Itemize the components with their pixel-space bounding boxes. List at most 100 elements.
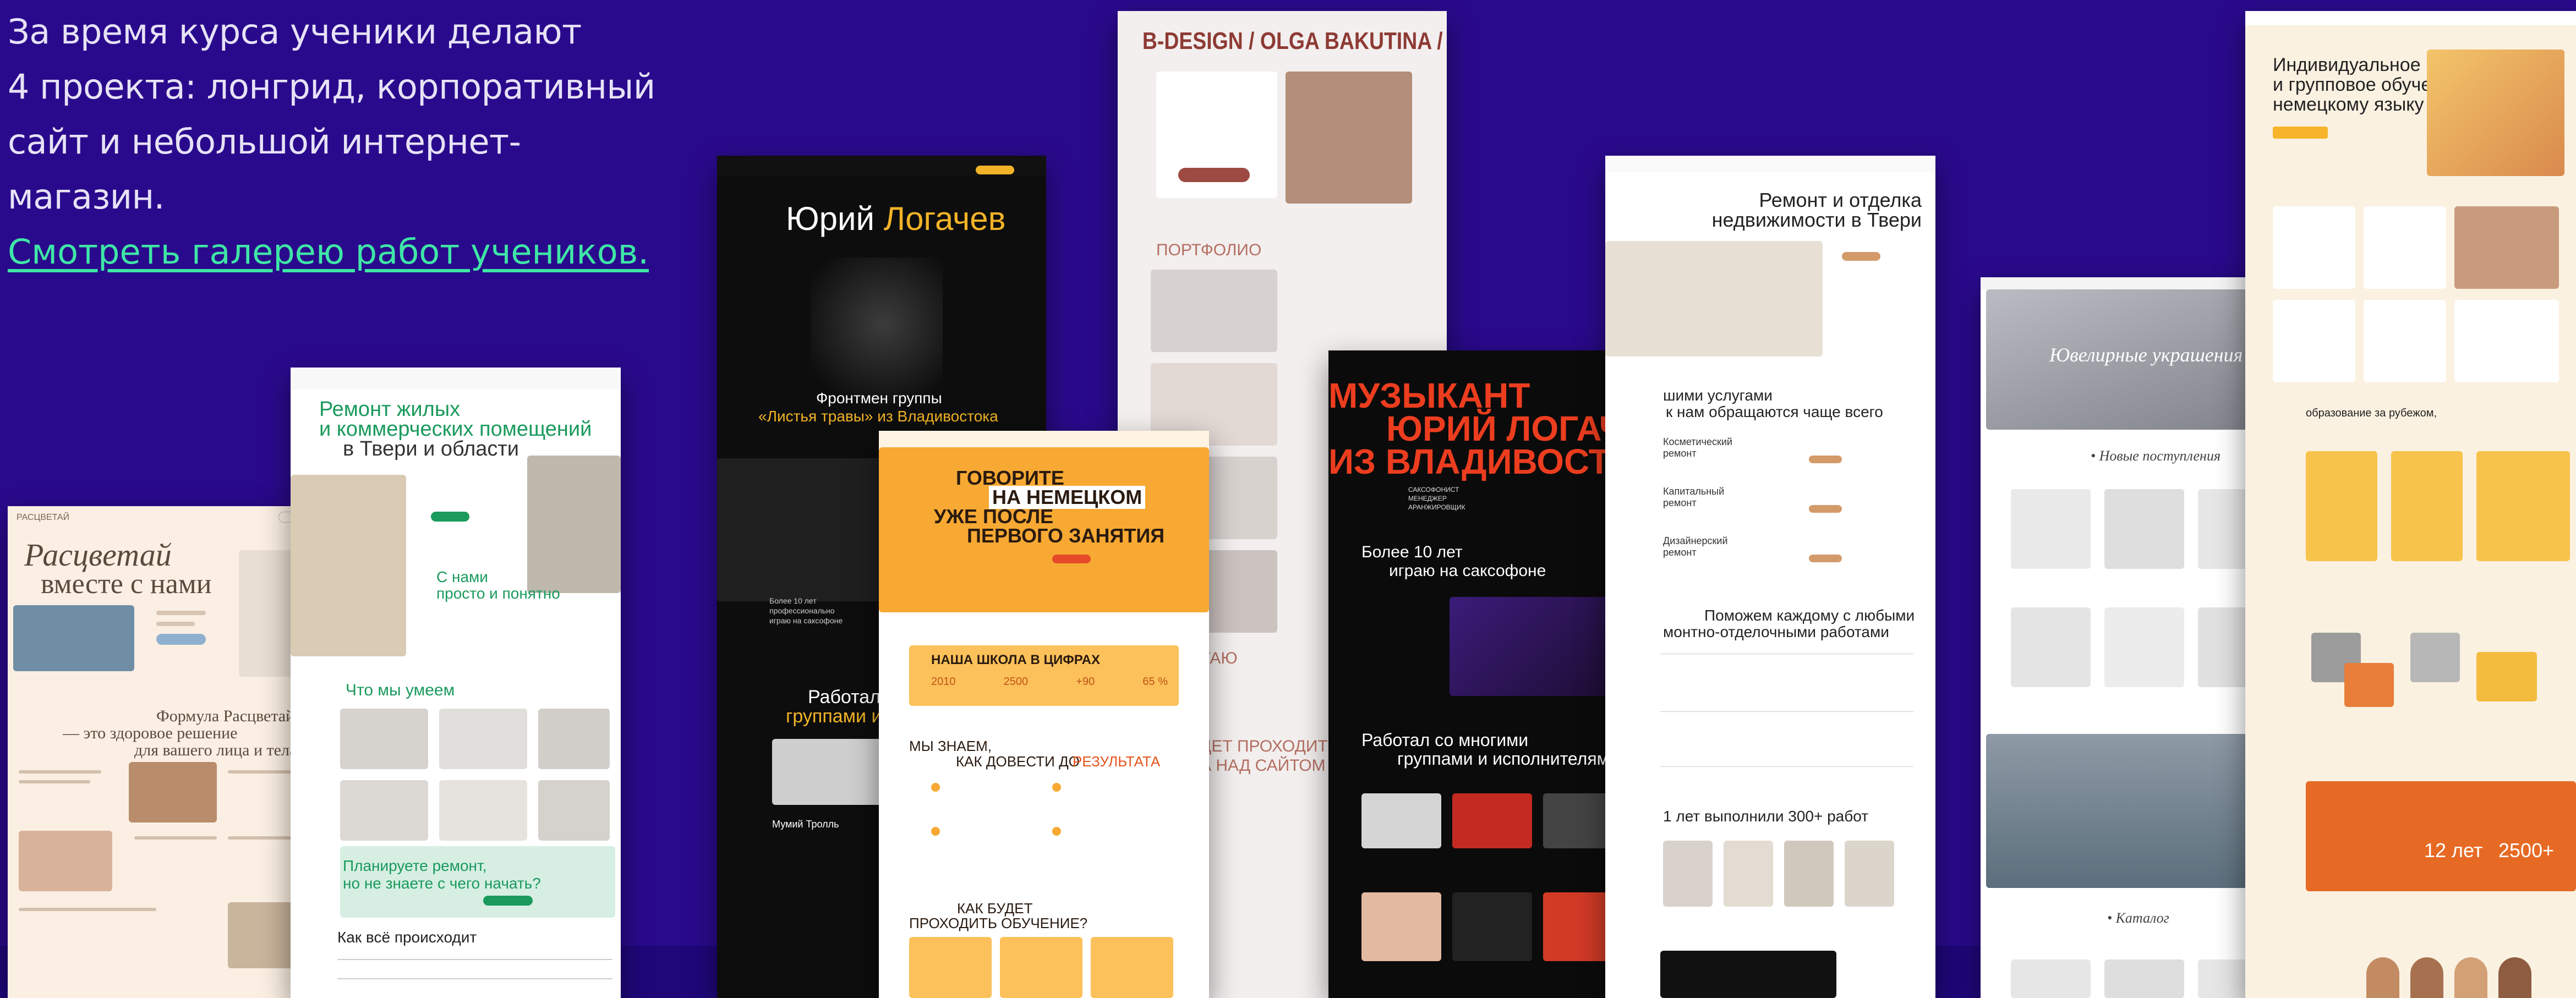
shot-remont-tver[interactable]: Ремонт жилых и коммерческих помещений в … [291,368,621,998]
german-count: 2500+ [2498,839,2555,862]
german-title-1: Индивидуальное [2273,54,2421,75]
olga-portfolio-item[interactable] [1151,270,1277,352]
remont-tver-tile [538,780,610,841]
realty-services-2: к нам обращаются чаще всего [1666,403,1883,420]
german-avatar [2454,957,2487,998]
jewelry-product[interactable] [2011,489,2091,569]
muzykant-band-photo [1361,892,1441,961]
intro-line-3: сайт и небольшой интернет-магазин. [8,122,521,217]
nemetsky-know-1: МЫ ЗНАЕМ, [909,738,992,754]
rastsvetay-cta-button[interactable] [156,634,206,645]
realty-service-button[interactable] [1809,505,1842,513]
realty-cta[interactable] [1842,252,1880,261]
german-cta[interactable] [2273,127,2328,139]
nemetsky-stat: 65 % [1142,676,1168,688]
jewelry-product[interactable] [2011,607,2091,687]
german-photo [2344,663,2394,707]
nemetsky-how-2: ПРОХОДИТЬ ОБУЧЕНИЕ? [909,915,1088,931]
remont-tver-tile [538,709,610,769]
olga-prohodit-2: А НАД САЙТОМ [1200,756,1326,775]
realty-divider [1660,711,1913,712]
remont-tver-how: Как всё происходит [337,929,477,946]
realty-service-2: Капитальный ремонт [1663,486,1725,508]
nemetsky-know-2: КАК ДОВЕСТИ ДО [956,753,1080,770]
realty-work-photo [1784,841,1834,907]
german-edu: образование за рубежом, [2306,407,2437,419]
rastsvetay-logo: РАСЦВЕТАЙ [17,513,70,522]
nemetsky-know-3: РЕЗУЛЬТАТА [1073,753,1161,770]
remont-tver-photo-stairs [291,475,406,656]
shot-rastsvetay[interactable]: РАСЦВЕТАЙ Расцветай вместе с нами Формул… [8,506,339,998]
logachev-band-photo [772,739,882,805]
german-header [2245,11,2576,25]
olga-photo [1286,72,1412,204]
german-feature-card [2273,300,2355,382]
olga-prohodit-1: ДЕТ ПРОХОДИТЬ [1200,737,1339,755]
remont-tver-plan-button[interactable] [483,896,533,906]
olga-header: B-DESIGN / OLGA BAKUTINA / TILDA [1142,28,1447,54]
rastsvetay-text-placeholder [19,770,101,774]
muzykant-more-1: Более 10 лет [1361,543,1463,561]
remont-tver-header [291,368,621,390]
realty-service-1: Косметический ремонт [1663,436,1732,459]
logachev-name-1: Юрий [786,200,875,237]
jewelry-product[interactable] [2104,607,2184,687]
intro-line-2: 4 проекта: лонгрид, корпоративный [8,67,655,107]
nemetsky-bullet [1052,783,1061,792]
german-yellow-card [2306,451,2377,561]
muzykant-tags: САКСОФОНИСТ МЕНЕДЖЕР АРАНЖИРОВЩИК [1408,486,1465,511]
nemetsky-stat: 2010 [931,676,956,688]
jewelry-product[interactable] [2011,959,2091,998]
olga-portfolio: ПОРТФОЛИО [1156,241,1262,259]
jewelry-product[interactable] [2104,959,2184,998]
intro-line-1: За время курса ученики делают [8,12,582,52]
muzykant-concert-photo [1450,597,1631,696]
rastsvetay-photo-hands [13,605,134,671]
realty-footer-cta [1660,951,1836,998]
rastsvetay-formula-2: — это здоровое решение [63,724,238,742]
rastsvetay-photo-back [19,831,112,891]
logachev-name: Юрий Логачев [786,200,1006,238]
rastsvetay-photo-massage [129,762,217,822]
nemetsky-stat: 2500 [1003,676,1029,688]
realty-service-button[interactable] [1809,456,1842,463]
realty-work-photo [1724,841,1773,907]
remont-tver-title-1: Ремонт жилых [319,398,461,421]
shot-remont-realty[interactable]: Ремонт и отделка недвижимости в Твери ши… [1605,156,1935,998]
remont-tver-cta[interactable] [431,512,469,522]
nemetsky-h4: ПЕРВОГО ЗАНЯТИЯ [967,524,1165,547]
rastsvetay-text-placeholder [156,611,206,615]
rastsvetay-text-placeholder [134,836,217,840]
realty-service-button[interactable] [1809,555,1842,562]
shot-german-individual[interactable]: Индивидуальное и групповое обучение неме… [2245,11,2576,998]
nemetsky-stats: 2010 2500 +90 65 % [931,676,1168,688]
german-hero-illustration [2427,50,2564,176]
logachev-more: Более 10 лет профессионально играю на са… [769,596,843,625]
jewelry-product[interactable] [2104,489,2184,569]
german-photo [2410,633,2460,682]
remont-tver-what: Что мы умеем [346,681,455,699]
german-feature-card [2364,300,2446,382]
shot-nemetsky-school[interactable]: ГОВОРИТЕ НА НЕМЕЦКОМ УЖЕ ПОСЛЕ ПЕРВОГО З… [879,431,1209,998]
gallery-link[interactable]: Смотреть галерею работ учеников. [8,224,649,279]
logachev-name-2: Логачев [883,200,1006,237]
rastsvetay-text-placeholder [19,908,156,911]
remont-tver-title-3: в Твери и области [343,437,519,460]
muzykant-band-photo [1452,793,1532,848]
nemetsky-step-card [1000,937,1082,998]
nemetsky-cta[interactable] [1052,555,1091,563]
rastsvetay-formula-3: для вашего лица и тела [134,741,297,759]
realty-done: 1 лет выполнили 300+ работ [1663,808,1869,825]
logachev-photo-stage [717,458,882,601]
remont-tver-photo-room [527,456,621,593]
course-intro: За время курса ученики делают 4 проекта:… [8,4,668,279]
olga-contact-button[interactable] [1178,168,1250,182]
realty-header [1605,156,1935,172]
german-title-3: немецкому языку [2273,94,2424,115]
german-avatar [2498,957,2531,998]
realty-help-1: Поможем каждому с любыми [1704,607,1915,624]
nemetsky-bullet [931,827,940,836]
realty-divider [1660,766,1913,767]
logachev-header-button[interactable] [976,166,1014,174]
german-avatar [2410,957,2443,998]
